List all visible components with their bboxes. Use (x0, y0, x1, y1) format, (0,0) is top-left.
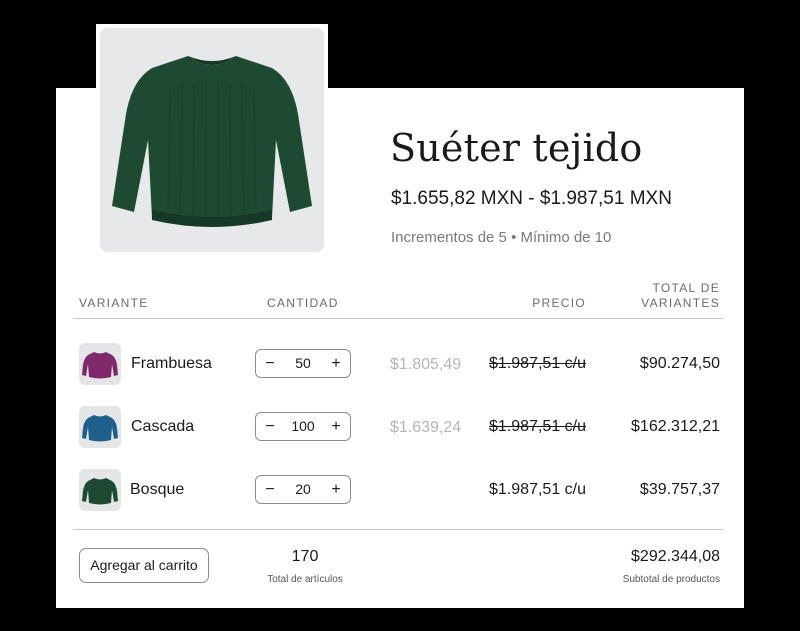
increment-button[interactable]: + (322, 476, 350, 503)
decrement-button[interactable]: − (256, 413, 284, 440)
header-total-line1: TOTAL DE (652, 281, 720, 295)
sweater-illustration (112, 56, 312, 227)
discount-price: $1.805,49 (390, 356, 462, 373)
quantity-stepper: − 20 + (255, 475, 351, 504)
product-image (100, 28, 324, 252)
add-to-cart-button[interactable]: Agregar al carrito (79, 548, 209, 583)
subtotal-value: $292.344,08 (631, 548, 720, 565)
header-divider (73, 318, 724, 319)
variant-name: Frambuesa (131, 355, 212, 372)
discount-price: $1.639,24 (390, 419, 462, 436)
variant-name: Bosque (130, 481, 185, 498)
quantity-value[interactable]: 100 (284, 413, 322, 440)
product-title: Suéter tejido (390, 126, 643, 170)
increments-info: Incrementos de 5 • Mínimo de 10 (391, 229, 612, 246)
total-items-label: Total de artículos (267, 574, 343, 585)
decrement-button[interactable]: − (256, 350, 284, 377)
quantity-stepper: − 50 + (255, 349, 351, 378)
variant-thumbnail-frambuesa (79, 343, 121, 385)
header-total-line2: VARIANTES (641, 296, 720, 310)
variant-total: $162.312,21 (631, 418, 720, 435)
quantity-value[interactable]: 50 (284, 350, 322, 377)
quantity-value[interactable]: 20 (284, 476, 322, 503)
variant-thumbnail-cascada (79, 406, 121, 448)
quantity-stepper: − 100 + (255, 412, 351, 441)
header-variant: VARIANTE (79, 296, 149, 310)
variant-total: $90.274,50 (639, 355, 720, 372)
increment-button[interactable]: + (322, 413, 350, 440)
unit-price: $1.987,51 c/u (489, 355, 586, 372)
subtotal-label: Subtotal de productos (622, 574, 720, 585)
footer-divider (73, 529, 724, 530)
header-price: PRECIO (532, 296, 586, 310)
variant-total: $39.757,37 (639, 481, 720, 498)
price-range: $1.655,82 MXN - $1.987,51 MXN (391, 188, 672, 209)
unit-price: $1.987,51 c/u (489, 418, 586, 435)
header-quantity: CANTIDAD (267, 296, 339, 310)
variant-thumbnail-bosque (79, 469, 121, 511)
unit-price: $1.987,51 c/u (489, 481, 586, 498)
total-items-count: 170 (291, 548, 319, 565)
decrement-button[interactable]: − (256, 476, 284, 503)
variant-name: Cascada (131, 418, 195, 435)
product-image-frame (96, 24, 328, 256)
increment-button[interactable]: + (322, 350, 350, 377)
